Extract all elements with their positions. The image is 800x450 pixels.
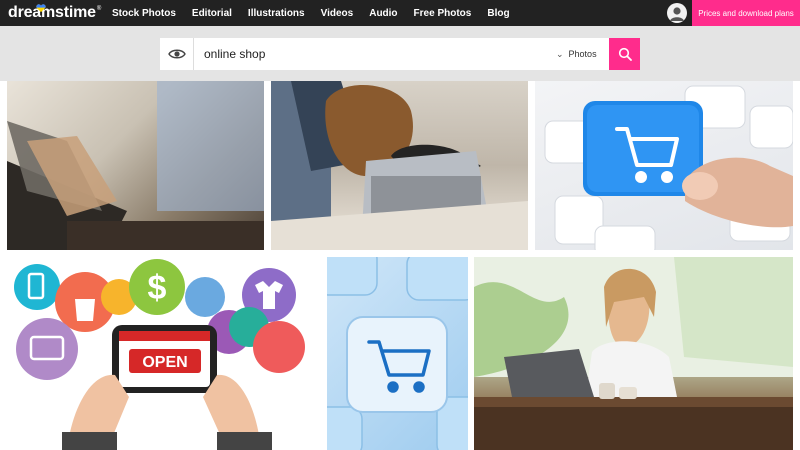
result-image-dog-laptop[interactable] xyxy=(271,81,528,250)
eye-icon[interactable] xyxy=(168,46,186,62)
result-image-woman-cafe-laptop[interactable] xyxy=(474,257,793,450)
result-image-open-sign-icons[interactable]: $ OPEN xyxy=(7,257,321,450)
main-nav: Stock Photos Editorial Illustrations Vid… xyxy=(104,0,518,26)
search-box: ⌄ Photos xyxy=(160,38,610,70)
nav-blog[interactable]: Blog xyxy=(479,8,517,19)
dog-laptop-photo xyxy=(271,81,528,250)
search-band: ⌄ Photos xyxy=(0,26,800,81)
svg-text:$: $ xyxy=(148,269,167,307)
registered-mark: ® xyxy=(96,6,102,12)
nav-audio[interactable]: Audio xyxy=(361,8,405,19)
heart-icon xyxy=(36,4,46,13)
nav-editorial[interactable]: Editorial xyxy=(184,8,240,19)
media-type-select[interactable]: ⌄ Photos xyxy=(556,38,597,70)
chevron-down-icon: ⌄ xyxy=(556,48,564,59)
nav-stock-photos[interactable]: Stock Photos xyxy=(104,8,184,19)
pricing-button[interactable]: Prices and download plans xyxy=(692,0,800,26)
logo-text: dreamstime xyxy=(8,4,96,21)
woman-writing-photo xyxy=(7,81,264,250)
result-image-cart-key-closeup[interactable] xyxy=(327,257,468,450)
top-navigation-bar: dreamstime ® Stock Photos Editorial Illu… xyxy=(0,0,800,26)
user-avatar[interactable] xyxy=(667,3,687,23)
nav-videos[interactable]: Videos xyxy=(313,8,362,19)
media-type-label: Photos xyxy=(568,49,597,59)
nav-free-photos[interactable]: Free Photos xyxy=(406,8,480,19)
search-icon xyxy=(618,47,632,61)
cart-key-closeup-photo xyxy=(327,257,468,450)
user-icon xyxy=(670,7,684,21)
open-sign-text: OPEN xyxy=(142,354,187,371)
keyboard-cart-photo xyxy=(544,85,793,250)
search-input[interactable] xyxy=(204,38,544,70)
woman-cafe-photo xyxy=(474,257,793,450)
search-button[interactable] xyxy=(609,38,640,70)
nav-illustrations[interactable]: Illustrations xyxy=(240,8,313,19)
result-image-woman-writing[interactable] xyxy=(7,81,264,250)
open-sign-illustration: $ OPEN xyxy=(14,259,305,450)
dreamstime-logo[interactable]: dreamstime ® xyxy=(8,3,101,23)
search-divider xyxy=(193,38,194,70)
result-image-cart-key-keyboard[interactable] xyxy=(535,81,793,250)
